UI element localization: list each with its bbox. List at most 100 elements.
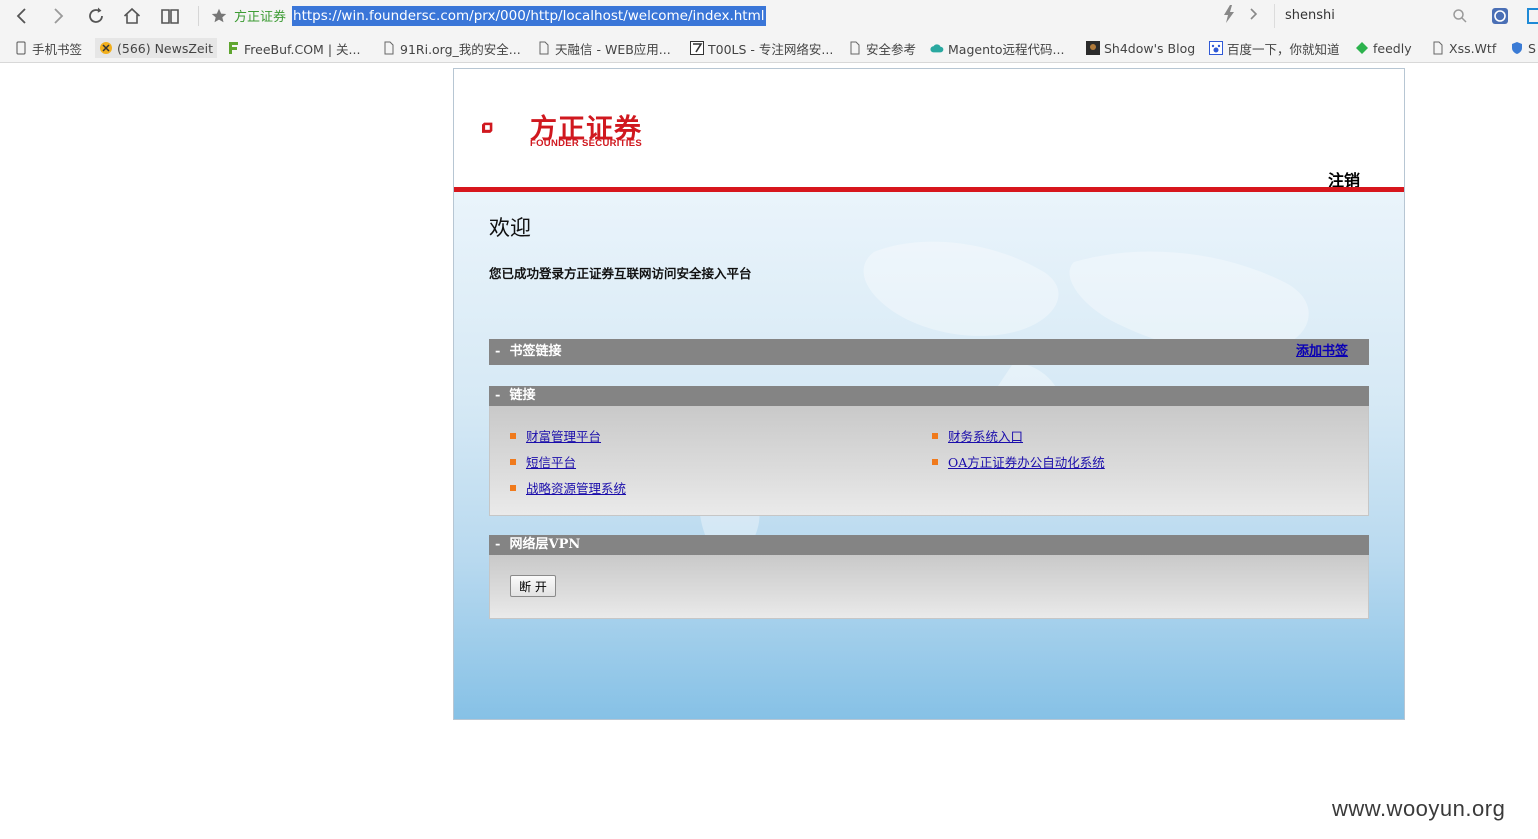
links-panel-title: 链接 — [509, 388, 536, 403]
bullet-icon — [510, 458, 516, 465]
feedly-icon — [1355, 41, 1369, 55]
back-button[interactable] — [10, 4, 34, 28]
mobile-icon — [14, 41, 28, 55]
forward-button[interactable] — [46, 4, 70, 28]
bookmark-newszeit[interactable]: (566) NewsZeit — [95, 38, 217, 58]
bookmark-topsec[interactable]: 天融信 - WEB应用... — [537, 38, 671, 58]
translate-extension-icon[interactable] — [1490, 6, 1510, 26]
bookmark-security-ref[interactable]: 安全参考 — [848, 38, 916, 58]
page-icon — [382, 41, 396, 55]
bullet-icon — [932, 458, 938, 465]
star-icon[interactable] — [210, 7, 228, 25]
extension-icon[interactable] — [1526, 6, 1538, 26]
home-icon — [123, 7, 141, 24]
link-sms-platform[interactable]: 短信平台 — [510, 452, 576, 471]
bookmark-label: (566) NewsZeit — [117, 40, 213, 56]
link-label[interactable]: 财务系统入口 — [948, 426, 1023, 445]
link-strategic-resource[interactable]: 战略资源管理系统 — [510, 478, 626, 497]
link-label[interactable]: 财富管理平台 — [526, 426, 601, 445]
shield-icon — [1510, 41, 1524, 55]
freebuf-icon — [226, 41, 240, 55]
bookmark-label: 百度一下，你就知道 — [1227, 41, 1340, 57]
link-wealth-platform[interactable]: 财富管理平台 — [510, 426, 601, 445]
bookmark-panel-header[interactable]: - 书签链接 添加书签 — [489, 339, 1369, 365]
bookmark-label: 手机书签 — [32, 41, 83, 57]
reload-button[interactable] — [84, 4, 108, 28]
address-bar-actions — [1222, 5, 1272, 25]
bookmark-sh4dow[interactable]: Sh4dow's Blog — [1086, 38, 1195, 58]
bookmark-baidu[interactable]: 百度一下，你就知道 — [1209, 38, 1340, 58]
search-icon[interactable] — [1452, 8, 1468, 24]
collapse-toggle[interactable]: - — [495, 386, 505, 406]
book-icon — [161, 9, 179, 24]
bookmark-freebuf[interactable]: FreeBuf.COM | 关... — [226, 38, 360, 58]
bookmark-magento[interactable]: Magento远程代码... — [930, 38, 1064, 58]
browser-toolbar: 方正证券 https://win.foundersc.com/prx/000/h… — [0, 0, 1538, 32]
links-panel-header[interactable]: - 链接 — [489, 386, 1369, 406]
divider — [198, 6, 199, 26]
vpn-panel-title: 网络层VPN — [509, 537, 581, 552]
bullet-icon — [510, 484, 516, 491]
back-arrow-icon — [16, 8, 26, 24]
link-label[interactable]: 短信平台 — [526, 452, 576, 471]
link-label[interactable]: 战略资源管理系统 — [526, 478, 626, 497]
site-name: 方正证券 — [234, 10, 287, 25]
bookmark-s[interactable]: S — [1510, 38, 1536, 58]
link-oa-system[interactable]: OA方正证券办公自动化系统 — [932, 452, 1105, 471]
bookmark-label: 安全参考 — [866, 41, 917, 57]
main-content: 欢迎 您已成功登录方正证券互联网访问安全接入平台 - 书签链接 添加书签 - 链… — [454, 192, 1404, 719]
search-box[interactable]: shenshi — [1274, 4, 1474, 28]
page-header: 方正证券 FOUNDER SECURITIES 注销 — [454, 69, 1404, 190]
bookmark-xsswtf[interactable]: Xss.Wtf — [1431, 38, 1496, 58]
lightning-icon[interactable] — [1222, 5, 1236, 23]
bookmark-label: FreeBuf.COM | 关... — [244, 41, 361, 57]
bookmark-label: Xss.Wtf — [1449, 40, 1497, 56]
bookmark-t00ls[interactable]: T00LS - 专注网络安... — [690, 38, 833, 58]
founder-logo-icon — [482, 122, 493, 133]
vpn-panel-header[interactable]: - 网络层VPN — [489, 535, 1369, 555]
chevron-right-icon[interactable] — [1248, 7, 1260, 21]
home-button[interactable] — [120, 4, 144, 28]
bookmark-label: 天融信 - WEB应用... — [555, 41, 671, 57]
bookmark-panel-title: 书签链接 — [509, 344, 562, 359]
bookmark-91ri[interactable]: 91Ri.org_我的安全... — [382, 38, 521, 58]
page-icon — [848, 41, 862, 55]
links-panel-body: 财富管理平台 财务系统入口 短信平台 OA方正证券办公自动化系统 战略资源管理系… — [489, 406, 1369, 516]
bullet-icon — [932, 432, 938, 439]
bookmark-feedly[interactable]: feedly — [1355, 38, 1412, 58]
bookmark-label: feedly — [1373, 40, 1412, 56]
collapse-toggle[interactable]: - — [495, 535, 505, 555]
welcome-subtitle: 您已成功登录方正证券互联网访问安全接入平台 — [489, 266, 752, 281]
bookmarks-bar: 手机书签 (566) NewsZeit FreeBuf.COM | 关... 9… — [0, 32, 1538, 63]
address-bar[interactable]: 方正证券 https://win.foundersc.com/prx/000/h… — [204, 3, 1264, 28]
bookmark-label: Magento远程代码... — [948, 41, 1065, 57]
portal-page: 方正证券 FOUNDER SECURITIES 注销 欢迎 您已成功登录方正证券… — [453, 68, 1405, 720]
forward-arrow-icon — [54, 8, 64, 24]
bookmark-mobile[interactable]: 手机书签 — [14, 38, 82, 58]
link-label[interactable]: OA方正证券办公自动化系统 — [948, 452, 1105, 471]
collapse-toggle[interactable]: - — [495, 339, 505, 365]
page-icon — [537, 41, 551, 55]
bookmark-label: 91Ri.org_我的安全... — [400, 41, 521, 57]
welcome-title: 欢迎 — [489, 216, 531, 240]
watermark-text: www.wooyun.org — [1332, 796, 1506, 821]
url-text[interactable]: https://win.foundersc.com/prx/000/http/l… — [292, 5, 766, 26]
reload-icon — [89, 7, 103, 23]
add-bookmark-link[interactable]: 添加书签 — [1296, 339, 1348, 365]
page-icon — [1431, 41, 1445, 55]
link-finance-system[interactable]: 财务系统入口 — [932, 426, 1023, 445]
bookmark-label: T00LS - 专注网络安... — [708, 41, 834, 57]
disconnect-button[interactable]: 断 开 — [510, 575, 556, 597]
bullet-icon — [510, 432, 516, 439]
t00ls-icon — [690, 41, 704, 55]
newszeit-icon — [99, 41, 113, 55]
reading-mode-button[interactable] — [158, 4, 182, 28]
baidu-paw-icon — [1209, 41, 1223, 55]
vpn-panel-body: 断 开 — [489, 555, 1369, 619]
cloud-icon — [930, 41, 944, 55]
sh4dow-icon — [1086, 41, 1100, 55]
logo-text-en: FOUNDER SECURITIES — [530, 138, 643, 149]
search-input[interactable]: shenshi — [1285, 8, 1335, 23]
extension-area — [1486, 4, 1538, 28]
bookmark-label: S — [1528, 40, 1536, 56]
